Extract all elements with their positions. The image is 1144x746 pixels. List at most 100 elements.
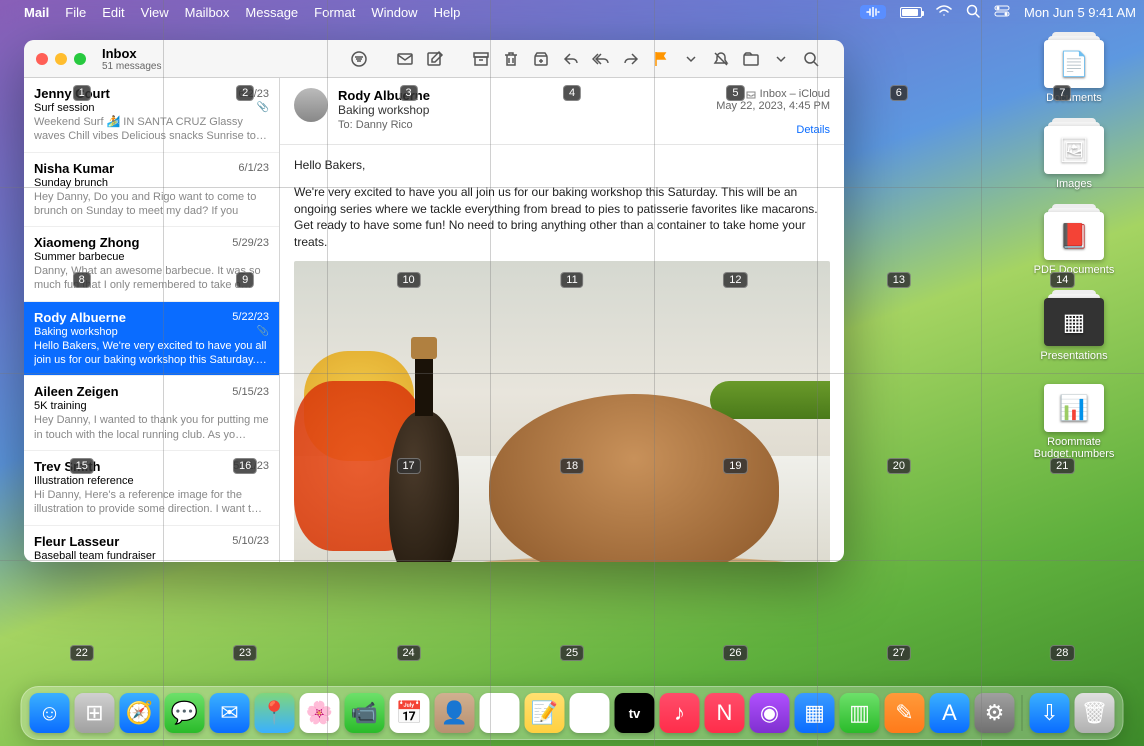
mailbox-title: Inbox 51 messages	[102, 46, 161, 72]
dock-reminders[interactable]: ☑	[480, 693, 520, 733]
menu-view[interactable]: View	[141, 5, 169, 20]
message-item[interactable]: Rody Albuerne5/22/23 Baking workshop📎 He…	[24, 302, 279, 377]
message-item[interactable]: Xiaomeng Zhong5/29/23 Summer barbecue Da…	[24, 227, 279, 302]
desktop-label: Roommate Budget.numbers	[1014, 436, 1134, 460]
desktop-label: Documents	[1014, 92, 1134, 104]
message-item[interactable]: Trev Smith5/11/23 Illustration reference…	[24, 451, 279, 526]
envelope-icon[interactable]	[396, 50, 414, 68]
desktop-label: Images	[1014, 178, 1134, 190]
compose-icon[interactable]	[426, 50, 444, 68]
details-link[interactable]: Details	[716, 124, 830, 136]
email-body[interactable]: Hello Bakers, We're very excited to have…	[280, 145, 844, 562]
avatar	[294, 88, 328, 122]
search-icon[interactable]	[966, 4, 980, 21]
mail-window: Inbox 51 messages	[24, 40, 844, 562]
menubar: Mail File Edit View Mailbox Message Form…	[0, 0, 1144, 24]
dock-tv[interactable]: tv	[615, 693, 655, 733]
email-subject: Baking workshop	[338, 103, 706, 117]
inbox-icon	[746, 89, 756, 99]
desktop-icons: 📄Documents 🖼Images 📕PDF Documents ▦Prese…	[1014, 40, 1134, 482]
dock-settings[interactable]: ⚙	[975, 693, 1015, 733]
email-from: Rody Albuerne	[338, 88, 706, 103]
dock-messages[interactable]: 💬	[165, 693, 205, 733]
trash-icon[interactable]	[502, 50, 520, 68]
control-center-icon[interactable]	[994, 5, 1010, 20]
dock-numbers[interactable]: ▥	[840, 693, 880, 733]
dock-appstore[interactable]: A	[930, 693, 970, 733]
dock-trash[interactable]: 🗑	[1075, 693, 1115, 733]
wifi-icon[interactable]	[936, 5, 952, 20]
menu-message[interactable]: Message	[245, 5, 298, 20]
menu-window[interactable]: Window	[371, 5, 417, 20]
dock-safari[interactable]: 🧭	[120, 693, 160, 733]
menu-format[interactable]: Format	[314, 5, 355, 20]
desktop-folder-documents[interactable]: 📄Documents	[1014, 40, 1134, 104]
flag-icon[interactable]	[652, 50, 670, 68]
menu-edit[interactable]: Edit	[102, 5, 124, 20]
message-item[interactable]: Jenny Court6/2/23 Surf session📎 Weekend …	[24, 78, 279, 153]
email-paragraph: We're very excited to have you all join …	[294, 184, 830, 251]
to-label: To:	[338, 119, 353, 131]
move-chevron-icon[interactable]	[772, 50, 790, 68]
dock-launchpad[interactable]: ⊞	[75, 693, 115, 733]
dock-news[interactable]: N	[705, 693, 745, 733]
dock: ☺⊞🧭💬✉📍🌸📹📅👤☑📝✏tv♪N◉▦▥✎A⚙ ⇩🗑	[21, 686, 1124, 740]
reply-all-icon[interactable]	[592, 50, 610, 68]
desktop-folder-presentations[interactable]: ▦Presentations	[1014, 298, 1134, 362]
dock-pages[interactable]: ✎	[885, 693, 925, 733]
dock-notes[interactable]: 📝	[525, 693, 565, 733]
email-header: Rody Albuerne Baking workshop To: Danny …	[280, 78, 844, 145]
dock-music[interactable]: ♪	[660, 693, 700, 733]
traffic-lights	[36, 53, 86, 65]
desktop-label: PDF Documents	[1014, 264, 1134, 276]
dock-calendar[interactable]: 📅	[390, 693, 430, 733]
inbox-title: Inbox	[102, 46, 161, 61]
dock-maps[interactable]: 📍	[255, 693, 295, 733]
menu-help[interactable]: Help	[434, 5, 461, 20]
filter-icon[interactable]	[350, 50, 368, 68]
message-item[interactable]: Aileen Zeigen5/15/23 5K training Hey Dan…	[24, 376, 279, 451]
move-icon[interactable]	[742, 50, 760, 68]
dock-mail[interactable]: ✉	[210, 693, 250, 733]
dock-photos[interactable]: 🌸	[300, 693, 340, 733]
dock-keynote[interactable]: ▦	[795, 693, 835, 733]
battery-icon[interactable]	[900, 7, 922, 18]
menu-file[interactable]: File	[65, 5, 86, 20]
archive-icon[interactable]	[472, 50, 490, 68]
reader-pane: Rody Albuerne Baking workshop To: Danny …	[280, 78, 844, 562]
mute-icon[interactable]	[712, 50, 730, 68]
dock-contacts[interactable]: 👤	[435, 693, 475, 733]
close-button[interactable]	[36, 53, 48, 65]
flag-chevron-icon[interactable]	[682, 50, 700, 68]
message-item[interactable]: Fleur Lasseur5/10/23 Baseball team fundr…	[24, 526, 279, 562]
desktop-file-budget[interactable]: 📊Roommate Budget.numbers	[1014, 384, 1134, 460]
inbox-count: 51 messages	[102, 61, 161, 72]
datetime[interactable]: Mon Jun 5 9:41 AM	[1024, 5, 1136, 20]
dock-facetime[interactable]: 📹	[345, 693, 385, 733]
menu-mailbox[interactable]: Mailbox	[185, 5, 230, 20]
email-date: May 22, 2023, 4:45 PM	[716, 100, 830, 112]
dock-downloads[interactable]: ⇩	[1030, 693, 1070, 733]
junk-icon[interactable]	[532, 50, 550, 68]
reply-icon[interactable]	[562, 50, 580, 68]
zoom-button[interactable]	[74, 53, 86, 65]
message-item[interactable]: Nisha Kumar6/1/23 Sunday brunch Hey Dann…	[24, 153, 279, 228]
dock-freeform[interactable]: ✏	[570, 693, 610, 733]
dock-podcasts[interactable]: ◉	[750, 693, 790, 733]
email-to: Danny Rico	[356, 119, 413, 131]
email-location: Inbox – iCloud	[760, 88, 830, 100]
message-list[interactable]: Jenny Court6/2/23 Surf session📎 Weekend …	[24, 78, 280, 562]
email-greeting: Hello Bakers,	[294, 157, 830, 174]
desktop-folder-pdf[interactable]: 📕PDF Documents	[1014, 212, 1134, 276]
mail-titlebar[interactable]: Inbox 51 messages	[24, 40, 844, 78]
search-icon[interactable]	[802, 50, 820, 68]
app-name-menu[interactable]: Mail	[24, 5, 49, 20]
desktop-folder-images[interactable]: 🖼Images	[1014, 126, 1134, 190]
siri-icon[interactable]	[860, 5, 886, 19]
desktop-label: Presentations	[1014, 350, 1134, 362]
dock-finder[interactable]: ☺	[30, 693, 70, 733]
forward-icon[interactable]	[622, 50, 640, 68]
dock-separator	[1022, 695, 1023, 731]
minimize-button[interactable]	[55, 53, 67, 65]
email-attachment-image	[294, 261, 830, 562]
